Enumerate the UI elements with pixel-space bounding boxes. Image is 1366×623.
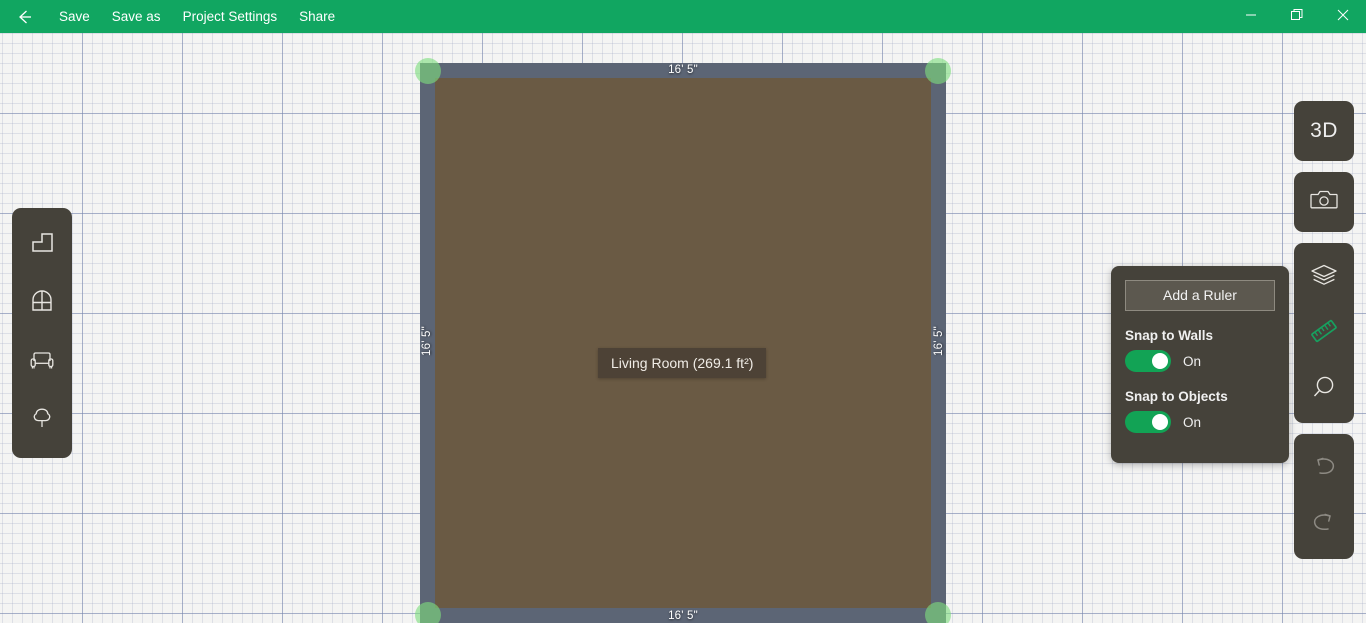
close-icon xyxy=(1337,8,1349,26)
menu-save[interactable]: Save xyxy=(48,0,101,33)
room-name-label[interactable]: Living Room (269.1 ft²) xyxy=(598,348,767,378)
corner-handle-top-left[interactable] xyxy=(415,58,441,84)
armchair-icon xyxy=(28,346,56,379)
magnifier-icon xyxy=(1309,372,1339,407)
history-group xyxy=(1294,434,1354,559)
ruler-button[interactable] xyxy=(1300,309,1348,357)
zoom-button[interactable] xyxy=(1300,365,1348,413)
redo-button[interactable] xyxy=(1300,501,1348,549)
restore-icon xyxy=(1291,8,1303,26)
back-button[interactable] xyxy=(0,0,48,33)
screenshot-button[interactable] xyxy=(1300,178,1348,226)
snap-to-objects-label: Snap to Objects xyxy=(1125,389,1228,404)
close-button[interactable] xyxy=(1320,0,1366,33)
toggle-knob xyxy=(1152,353,1168,369)
3d-icon: 3D xyxy=(1310,119,1338,142)
dimension-left: 16' 5" xyxy=(421,326,433,356)
tool-windows[interactable] xyxy=(19,281,65,327)
corner-handle-bottom-right[interactable] xyxy=(925,602,951,623)
view-3d-button[interactable]: 3D xyxy=(1300,107,1348,155)
dimension-bottom: 16' 5" xyxy=(668,610,698,622)
tool-outdoor[interactable] xyxy=(19,398,65,444)
left-toolbar xyxy=(12,208,72,458)
snap-to-walls-state: On xyxy=(1183,353,1202,369)
snap-to-walls-row: On xyxy=(1125,350,1275,372)
dimension-right: 16' 5" xyxy=(933,326,945,356)
snap-to-objects-row: On xyxy=(1125,411,1275,433)
snap-to-objects-toggle[interactable] xyxy=(1125,411,1171,433)
view-3d-group: 3D xyxy=(1294,101,1354,161)
room-floor[interactable] xyxy=(428,71,938,615)
ruler-icon xyxy=(1308,315,1340,352)
undo-button[interactable] xyxy=(1300,444,1348,492)
snap-to-walls-label: Snap to Walls xyxy=(1125,328,1214,343)
window-controls xyxy=(1228,0,1366,33)
dimension-top: 16' 5" xyxy=(668,64,698,76)
toggle-knob xyxy=(1152,414,1168,430)
floorplan-canvas[interactable]: 16' 5" 16' 5" 16' 5" 16' 5" Living Room … xyxy=(0,33,1366,623)
arched-window-icon xyxy=(28,287,56,320)
ruler-settings-panel: Add a Ruler Snap to Walls On Snap to Obj… xyxy=(1111,266,1289,463)
room-living-room[interactable]: 16' 5" 16' 5" 16' 5" 16' 5" xyxy=(415,58,951,623)
corner-handle-bottom-left[interactable] xyxy=(415,602,441,623)
snap-to-objects-state: On xyxy=(1183,414,1202,430)
minimize-button[interactable] xyxy=(1228,0,1274,33)
right-tools-group xyxy=(1294,243,1354,423)
tool-rooms[interactable] xyxy=(19,222,65,268)
tree-icon xyxy=(28,404,56,437)
maximize-button[interactable] xyxy=(1274,0,1320,33)
menu-save-as[interactable]: Save as xyxy=(101,0,172,33)
tool-furniture[interactable] xyxy=(19,339,65,385)
minimize-icon xyxy=(1245,8,1257,26)
back-arrow-icon xyxy=(14,7,34,27)
add-ruler-button[interactable]: Add a Ruler xyxy=(1125,280,1275,311)
menu-project-settings[interactable]: Project Settings xyxy=(172,0,289,33)
corner-handle-top-right[interactable] xyxy=(925,58,951,84)
titlebar: Save Save as Project Settings Share xyxy=(0,0,1366,33)
screenshot-group xyxy=(1294,172,1354,232)
l-shaped-room-icon xyxy=(28,229,56,262)
camera-icon xyxy=(1309,185,1339,220)
undo-arrow-icon xyxy=(1309,451,1339,486)
snap-to-walls-toggle[interactable] xyxy=(1125,350,1171,372)
layers-button[interactable] xyxy=(1300,253,1348,301)
layers-icon xyxy=(1309,260,1339,295)
redo-arrow-icon xyxy=(1309,507,1339,542)
menu-share[interactable]: Share xyxy=(288,0,346,33)
